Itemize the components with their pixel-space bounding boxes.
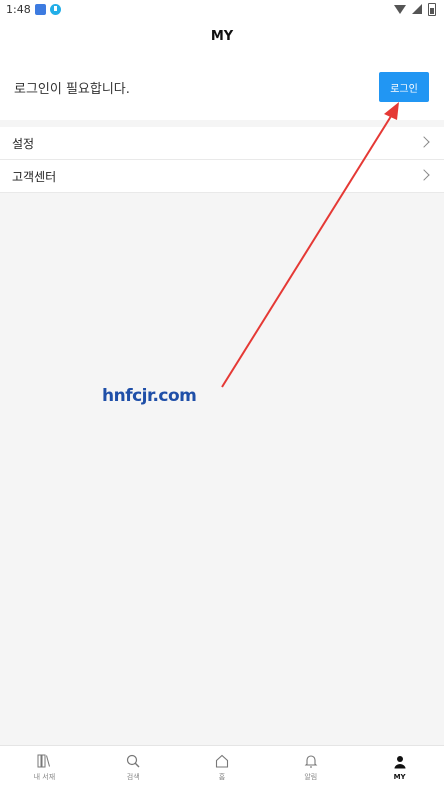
battery-icon [428,2,436,16]
nav-item-my[interactable]: MY [355,746,444,789]
chevron-right-icon [418,136,430,148]
wifi-icon [394,4,406,14]
nav-label: 알림 [304,773,318,781]
download-notification-icon [49,3,61,15]
nav-label: 홈 [218,773,226,781]
nav-item-notifications[interactable]: 알림 [266,746,355,789]
nav-label: MY [393,773,406,781]
login-button[interactable]: 로그인 [379,72,429,102]
signal-icon [412,4,422,14]
status-bar: 1:48 [0,0,444,18]
nav-label: 내 서재 [33,773,56,781]
nav-item-search[interactable]: 검색 [89,746,178,789]
chevron-right-icon [418,169,430,181]
person-icon [394,756,406,769]
bookshelf-icon [37,754,51,768]
nav-item-home[interactable]: 홈 [178,746,267,789]
status-time: 1:48 [6,2,31,16]
menu-item-label: 고객센터 [12,169,57,184]
search-icon [127,754,140,768]
menu-item-label: 설정 [12,136,35,151]
bottom-navigation: 내 서재 검색 홈 알림 MY [0,745,444,789]
login-card: 로그인이 필요합니다. 로그인 [0,54,444,120]
app-notification-icon [34,3,46,15]
home-icon [215,754,229,768]
page-title: MY [210,28,234,44]
settings-menu: 설정 고객센터 [0,127,444,193]
login-required-message: 로그인이 필요합니다. [14,81,130,97]
watermark-text: hnfcjr.com [102,386,197,406]
menu-item-settings[interactable]: 설정 [0,127,444,160]
nav-item-library[interactable]: 내 서재 [0,746,89,789]
menu-item-customer-center[interactable]: 고객센터 [0,160,444,193]
nav-label: 검색 [126,773,140,781]
status-indicators [394,2,436,16]
bell-icon [304,755,318,768]
page-header: MY [0,18,444,54]
